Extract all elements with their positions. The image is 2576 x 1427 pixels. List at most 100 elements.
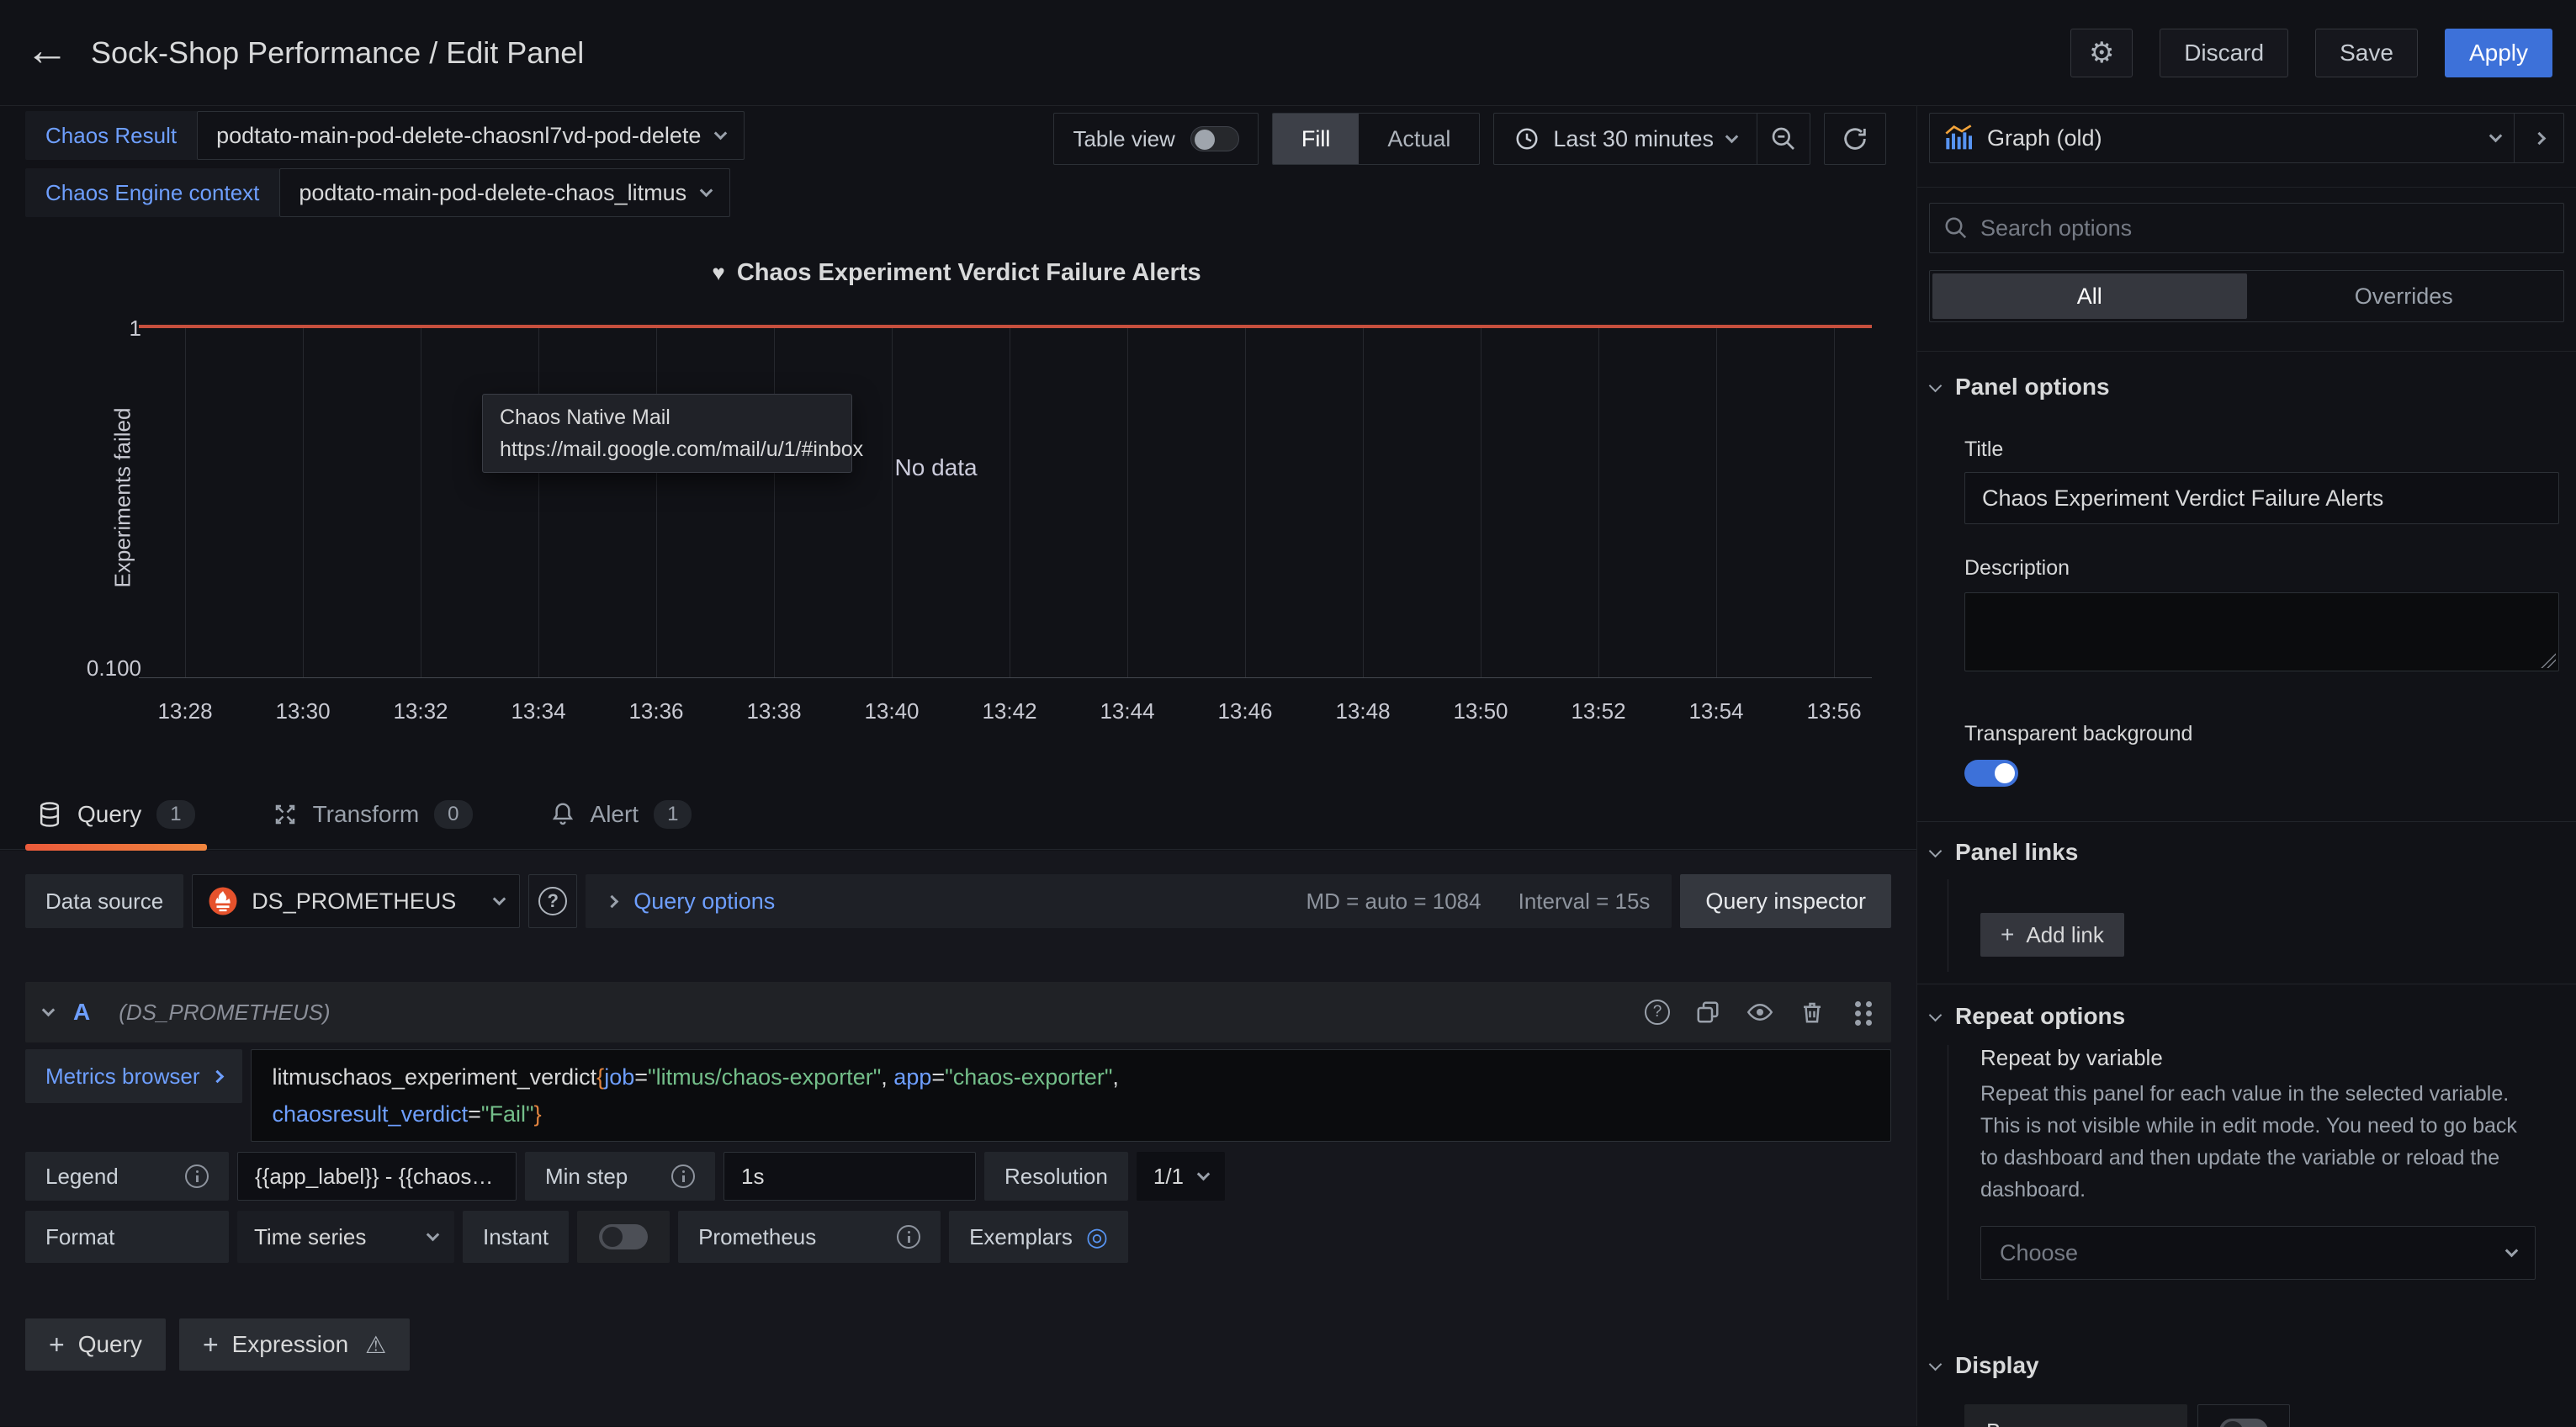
tab-all[interactable]: All — [1932, 273, 2247, 319]
table-view-toggle-group[interactable]: Table view — [1053, 113, 1258, 165]
exemplars-field[interactable]: Exemplars ◎ — [949, 1211, 1128, 1263]
variable-value: podtato-main-pod-delete-chaosnl7vd-pod-d… — [216, 123, 701, 149]
query-options-bar[interactable]: Query options MD = auto = 1084 Interval … — [586, 874, 1672, 928]
chevron-down-icon — [1929, 844, 1943, 857]
plus-icon: + — [2001, 921, 2014, 948]
tooltip-title: Chaos Native Mail — [500, 401, 835, 433]
variable-value-dropdown[interactable]: podtato-main-pod-delete-chaosnl7vd-pod-d… — [197, 111, 745, 160]
description-textarea[interactable] — [1964, 592, 2559, 671]
plot-area[interactable]: No data Chaos Native Mail https://mail.g… — [139, 326, 1872, 678]
variable-label: Chaos Result — [25, 111, 197, 160]
variable-label: Chaos Engine context — [25, 168, 279, 217]
chevron-down-icon — [1929, 1357, 1943, 1371]
format-select[interactable]: Time series — [237, 1211, 454, 1263]
y-tick: 1 — [49, 316, 141, 342]
add-query-button[interactable]: + Query — [25, 1318, 166, 1371]
variable-value-dropdown[interactable]: podtato-main-pod-delete-chaos_litmus — [279, 168, 730, 217]
x-axis-labels: 13:2813:30 13:3213:34 13:3613:38 13:4013… — [185, 698, 1834, 727]
query-ref-datasource: (DS_PROMETHEUS) — [119, 1000, 330, 1026]
drag-handle-icon[interactable] — [1855, 1001, 1861, 1007]
transparent-background-toggle[interactable] — [1964, 760, 2018, 787]
query-options-row-1: Legend Min step Resolution 1/1 — [25, 1152, 1891, 1201]
refresh-button[interactable] — [1824, 113, 1886, 165]
plus-icon: + — [49, 1329, 65, 1361]
transform-count-badge: 0 — [434, 800, 472, 829]
tooltip-url[interactable]: https://mail.google.com/mail/u/1/#inbox — [500, 433, 835, 465]
resolution-select[interactable]: 1/1 — [1137, 1152, 1225, 1201]
query-row-header[interactable]: A (DS_PROMETHEUS) ? — [25, 982, 1891, 1042]
refresh-icon — [1841, 125, 1869, 153]
panel-settings-button[interactable]: ⚙ — [2070, 29, 2133, 77]
repeat-options-section-header[interactable]: Repeat options — [1931, 1003, 2559, 1030]
prometheus-icon — [208, 886, 238, 916]
gear-icon: ⚙ — [2089, 36, 2114, 70]
tab-overrides[interactable]: Overrides — [2247, 273, 2562, 319]
format-field-label: Format — [25, 1211, 229, 1263]
legend-input[interactable] — [237, 1152, 517, 1201]
chevron-down-icon — [427, 1228, 440, 1241]
alert-count-badge: 1 — [654, 800, 692, 829]
display-section-header[interactable]: Display — [1931, 1352, 2559, 1379]
chevron-down-icon — [2505, 1244, 2519, 1257]
panel-title[interactable]: ♥Chaos Experiment Verdict Failure Alerts — [25, 259, 1888, 287]
chevron-down-icon — [2489, 129, 2503, 142]
time-range-picker[interactable]: Last 30 minutes — [1493, 113, 1810, 165]
hide-response-eye-icon[interactable] — [1746, 1000, 1774, 1025]
metrics-browser-button[interactable]: Metrics browser — [25, 1049, 242, 1103]
bars-toggle[interactable] — [2219, 1419, 2268, 1427]
clock-icon — [1514, 126, 1540, 151]
min-step-input[interactable] — [724, 1152, 976, 1201]
query-options-stats: MD = auto = 1084 Interval = 15s — [1306, 889, 1650, 915]
table-view-toggle[interactable] — [1190, 126, 1239, 151]
chevron-down-icon — [493, 892, 506, 905]
actual-option[interactable]: Actual — [1359, 114, 1479, 164]
query-inspector-button[interactable]: Query inspector — [1680, 874, 1891, 928]
visualization-picker[interactable]: Graph (old) — [1929, 113, 2564, 163]
datasource-picker[interactable]: DS_PROMETHEUS — [192, 874, 520, 928]
info-icon — [185, 1164, 209, 1188]
datasource-row: Data source DS_PROMETHEUS ? Query option… — [25, 874, 1891, 928]
datasource-help-button[interactable]: ? — [528, 874, 577, 928]
add-link-button[interactable]: + Add link — [1980, 913, 2124, 957]
zoom-out-time-button[interactable] — [1757, 114, 1810, 164]
help-icon: ? — [538, 887, 567, 915]
no-data-text: No data — [895, 454, 978, 481]
panel-options-sidebar: Graph (old) All Overrides Panel options … — [1916, 106, 2576, 1426]
fill-option[interactable]: Fill — [1273, 114, 1360, 164]
tab-query[interactable]: Query 1 — [25, 779, 207, 849]
add-expression-button[interactable]: + Expression ⚠ — [179, 1318, 410, 1371]
query-count-badge: 1 — [156, 800, 194, 829]
repeat-variable-select[interactable]: Choose — [1980, 1226, 2536, 1280]
apply-button[interactable]: Apply — [2445, 29, 2552, 77]
tab-label: Query — [77, 801, 141, 828]
annotation-tooltip: Chaos Native Mail https://mail.google.co… — [482, 394, 852, 473]
y-axis-label: Experiments failed — [110, 389, 136, 607]
warning-icon: ⚠ — [365, 1331, 386, 1359]
instant-toggle[interactable] — [599, 1224, 648, 1249]
time-range-label: Last 30 minutes — [1553, 126, 1714, 152]
promql-editor[interactable]: litmuschaos_experiment_verdict{job="litm… — [251, 1049, 1891, 1142]
prometheus-type-label: Prometheus — [678, 1211, 941, 1263]
query-help-icon[interactable]: ? — [1645, 1000, 1670, 1025]
min-step-field-label: Min step — [525, 1152, 715, 1201]
options-search[interactable] — [1929, 203, 2564, 253]
trash-icon[interactable] — [1799, 1000, 1825, 1025]
panel-links-section-header[interactable]: Panel links — [1931, 839, 2559, 866]
back-arrow-icon[interactable]: ← — [25, 29, 69, 72]
resize-handle-icon[interactable] — [2541, 653, 2556, 668]
panel-title-input[interactable] — [1964, 472, 2559, 524]
zoom-out-icon — [1770, 125, 1797, 152]
panel-options-section-header[interactable]: Panel options — [1931, 374, 2559, 401]
discard-button[interactable]: Discard — [2160, 29, 2288, 77]
query-actions: + Query + Expression ⚠ — [25, 1318, 1891, 1371]
datasource-name: DS_PROMETHEUS — [252, 889, 456, 915]
duplicate-icon[interactable] — [1695, 1000, 1720, 1025]
save-button[interactable]: Save — [2315, 29, 2418, 77]
graph-panel: ♥Chaos Experiment Verdict Failure Alerts… — [25, 249, 1888, 737]
collapse-chevron-icon — [42, 1003, 56, 1016]
options-search-input[interactable] — [1980, 215, 2550, 241]
variable-chaos-engine-context: Chaos Engine context podtato-main-pod-de… — [25, 168, 730, 217]
toggle-options-pane-button[interactable] — [2515, 114, 2563, 162]
tab-alert[interactable]: Alert 1 — [538, 779, 704, 849]
tab-transform[interactable]: Transform 0 — [261, 779, 485, 849]
